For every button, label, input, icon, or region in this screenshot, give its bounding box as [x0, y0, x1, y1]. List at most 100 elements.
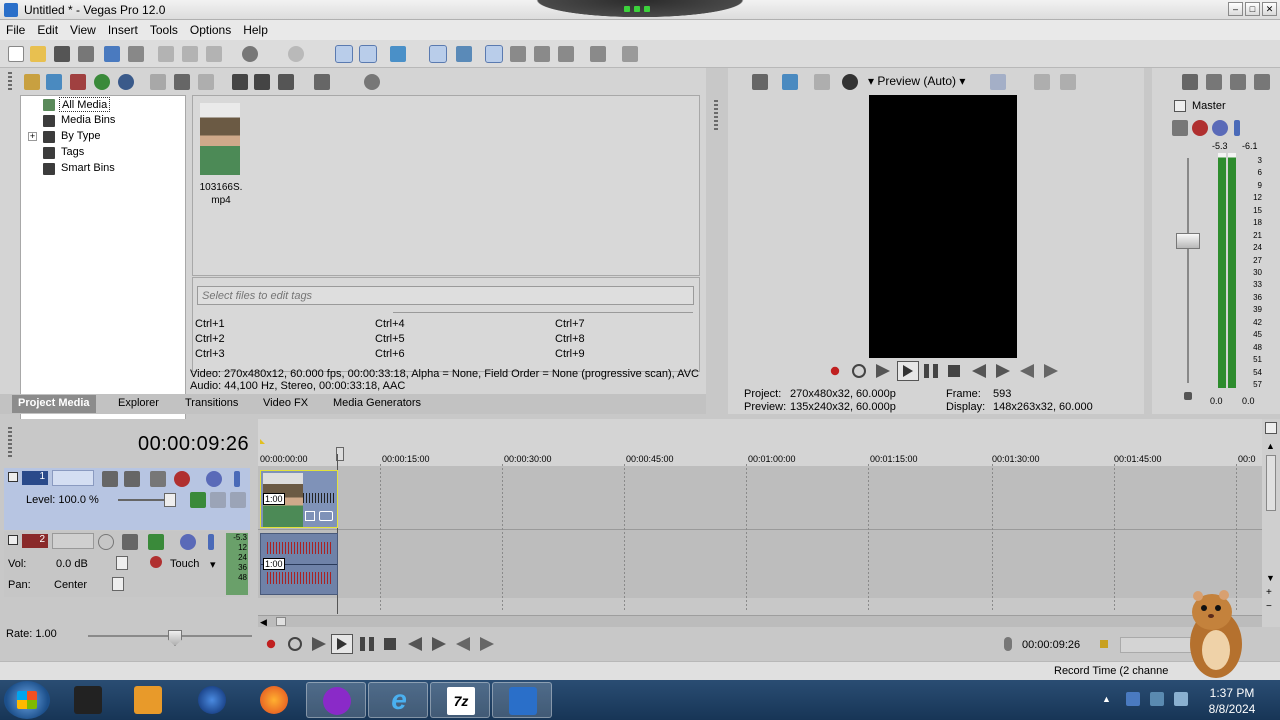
- taskbar-app-firefox[interactable]: [244, 682, 304, 718]
- audio-clip[interactable]: 1:00: [260, 533, 338, 595]
- video-track-lane[interactable]: [258, 468, 1262, 530]
- taskbar-app-7zip[interactable]: 7z: [430, 682, 490, 718]
- timeline-vertical-scrollbar[interactable]: ▲ ▼ + −: [1262, 419, 1280, 627]
- mixer-properties-icon[interactable]: [1254, 74, 1270, 90]
- track-collapse-icon[interactable]: [8, 472, 18, 482]
- track-collapse-icon[interactable]: [8, 535, 18, 545]
- solo-icon[interactable]: [1234, 120, 1240, 136]
- video-output-fx-icon[interactable]: [752, 74, 768, 90]
- tag-slot-1[interactable]: Ctrl+1: [195, 318, 225, 330]
- track-name-field[interactable]: [52, 470, 94, 486]
- play-from-start-icon[interactable]: [876, 364, 890, 378]
- preview-quality-dropdown[interactable]: ▾ Preview (Auto) ▾: [868, 74, 965, 88]
- track-fx-icon[interactable]: [148, 534, 164, 550]
- tab-transitions[interactable]: Transitions: [185, 397, 238, 409]
- audio-track-header[interactable]: 2 Vol: 0.0 dB Touch ▾ Pan: Center -5.3 1…: [4, 531, 250, 597]
- copy-snapshot-icon[interactable]: [1034, 74, 1050, 90]
- taskbar-app-ie[interactable]: e: [368, 682, 428, 718]
- volume-slider[interactable]: [116, 556, 128, 570]
- tree-tags[interactable]: Tags: [59, 145, 86, 160]
- scroll-up-icon[interactable]: ▲: [1266, 441, 1275, 451]
- expand-by-type-icon[interactable]: +: [28, 132, 37, 141]
- go-to-start-icon[interactable]: [408, 637, 422, 651]
- track-down-icon[interactable]: [230, 492, 246, 508]
- auto-preview-icon[interactable]: [278, 74, 294, 90]
- input-bus-icon[interactable]: [122, 534, 138, 550]
- splitter-grip[interactable]: [714, 100, 718, 130]
- scroll-thumb[interactable]: [1266, 455, 1276, 511]
- tag-slot-4[interactable]: Ctrl+4: [375, 318, 405, 330]
- save-as-icon[interactable]: [78, 46, 94, 62]
- mute-icon[interactable]: [1212, 120, 1228, 136]
- tag-slot-3[interactable]: Ctrl+3: [195, 348, 225, 360]
- tag-slot-8[interactable]: Ctrl+8: [555, 333, 585, 345]
- clip-fx-icon[interactable]: [319, 511, 333, 521]
- record-icon[interactable]: [266, 639, 276, 649]
- pause-icon[interactable]: [924, 364, 938, 378]
- menu-insert[interactable]: Insert: [102, 20, 144, 37]
- play-media-icon[interactable]: [232, 74, 248, 90]
- play-from-start-icon[interactable]: [312, 637, 326, 651]
- track-mute-icon[interactable]: [206, 471, 222, 487]
- tag-slot-6[interactable]: Ctrl+6: [375, 348, 405, 360]
- views-icon[interactable]: [314, 74, 330, 90]
- capture-video-icon[interactable]: [46, 74, 62, 90]
- video-track-header[interactable]: 1 Level: 100.0 %: [4, 468, 250, 530]
- save-icon[interactable]: [54, 46, 70, 62]
- pause-icon[interactable]: [360, 637, 374, 651]
- tray-app-icon[interactable]: [1126, 692, 1140, 706]
- stop-media-icon[interactable]: [254, 74, 270, 90]
- taskbar-app-mask[interactable]: [306, 682, 366, 718]
- media-properties-icon[interactable]: [174, 74, 190, 90]
- paste-icon[interactable]: [206, 46, 222, 62]
- tray-expand-icon[interactable]: ▲: [1102, 694, 1112, 704]
- refresh-icon[interactable]: [94, 74, 110, 90]
- play-icon[interactable]: [897, 361, 919, 381]
- preview-extra-icon[interactable]: [990, 74, 1006, 90]
- undo-icon[interactable]: [242, 46, 258, 62]
- play-icon[interactable]: [331, 634, 353, 654]
- go-to-end-icon[interactable]: [996, 364, 1010, 378]
- search-media-icon[interactable]: [118, 74, 134, 90]
- split-screen-icon[interactable]: [814, 74, 830, 90]
- snapping-icon[interactable]: [485, 45, 503, 63]
- automation-gear-icon[interactable]: [150, 556, 162, 568]
- go-to-end-icon[interactable]: [432, 637, 446, 651]
- maximize-button[interactable]: □: [1245, 2, 1260, 16]
- media-fx-icon[interactable]: [198, 74, 214, 90]
- menu-options[interactable]: Options: [184, 20, 237, 37]
- zoom-out-icon[interactable]: −: [1266, 601, 1272, 612]
- save-snapshot-icon[interactable]: [1060, 74, 1076, 90]
- level-slider[interactable]: [164, 493, 176, 507]
- auto-crossfade-icon[interactable]: [510, 46, 526, 62]
- whats-this-help-icon[interactable]: [622, 46, 638, 62]
- taskbar-app-vegas[interactable]: [492, 682, 552, 718]
- volume-icon[interactable]: [1174, 692, 1188, 706]
- scroll-down-icon[interactable]: ▼: [1266, 573, 1275, 583]
- go-to-start-icon[interactable]: [972, 364, 986, 378]
- tag-slot-2[interactable]: Ctrl+2: [195, 333, 225, 345]
- stop-icon[interactable]: [384, 638, 396, 650]
- pan-slider[interactable]: [112, 577, 124, 591]
- cut-icon[interactable]: [158, 46, 174, 62]
- menu-edit[interactable]: Edit: [31, 20, 64, 37]
- downmix-icon[interactable]: [1206, 74, 1222, 90]
- rate-slider[interactable]: [168, 630, 182, 646]
- loop-icon[interactable]: [288, 637, 302, 651]
- new-icon[interactable]: [8, 46, 24, 62]
- close-button[interactable]: ✕: [1262, 2, 1277, 16]
- render-icon[interactable]: [104, 46, 120, 62]
- loop-icon[interactable]: [852, 364, 866, 378]
- zoom-tool-icon[interactable]: [558, 46, 574, 62]
- track-mute-icon[interactable]: [180, 534, 196, 550]
- remove-media-icon[interactable]: [150, 74, 166, 90]
- next-frame-icon[interactable]: [1044, 364, 1058, 378]
- taskbar-app-browser[interactable]: [182, 682, 242, 718]
- arm-record-icon[interactable]: [98, 534, 114, 550]
- record-icon[interactable]: [830, 366, 840, 376]
- tree-media-bins[interactable]: Media Bins: [59, 113, 117, 128]
- timeline-grip[interactable]: [8, 427, 12, 457]
- compositing-mode-icon[interactable]: [124, 471, 140, 487]
- menu-help[interactable]: Help: [237, 20, 274, 37]
- master-fx-icon[interactable]: [1192, 120, 1208, 136]
